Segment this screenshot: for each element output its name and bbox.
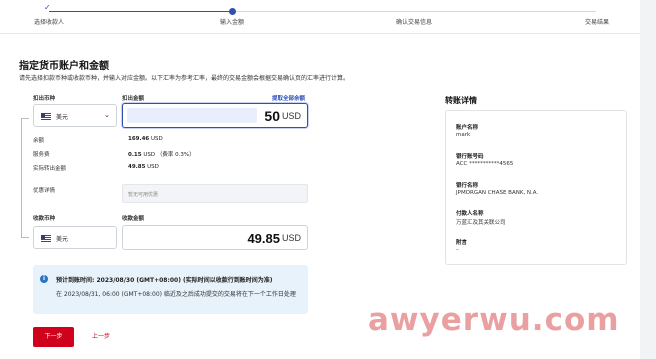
info-icon: i xyxy=(40,275,48,283)
current-step-dot xyxy=(229,8,236,15)
debit-amount-value: 50 xyxy=(264,108,280,124)
credit-amount-label: 收款金额 xyxy=(122,216,145,222)
page-subtitle: 请先选择扣款币种或收款币种，并输入对应金额。以下汇率为参考汇率，最终的交易金额会… xyxy=(19,75,350,82)
promo-label: 优惠详情 xyxy=(33,188,56,194)
next-button[interactable]: 下一步 xyxy=(33,327,74,347)
watermark: awyerwu.com xyxy=(368,302,620,338)
payer-name-label: 付款人名称 xyxy=(456,211,484,217)
us-flag-icon xyxy=(41,113,51,120)
credit-currency-label: 收款币种 xyxy=(33,216,56,222)
progress-stepper: ✓ 选择收款人 输入金额 确认交易信息 交易结果 xyxy=(0,0,640,34)
notice-body: 在 2023/08/31, 06:00 (GMT+08:00) 临近及之后成功提… xyxy=(56,291,296,298)
chevron-down-icon: ⌄ xyxy=(104,111,110,119)
balance-value: 169.46 USD xyxy=(128,136,163,142)
bank-name-label: 银行名称 xyxy=(456,183,479,189)
debit-amount-label: 扣出金额 xyxy=(122,96,145,102)
account-number-label: 银行账号码 xyxy=(456,154,484,160)
us-flag-icon xyxy=(41,235,51,242)
account-number-value: ACC ***********4565 xyxy=(456,161,514,167)
promo-field[interactable]: 暂无可用优惠 xyxy=(122,184,308,203)
service-fee-label: 服务费 xyxy=(33,152,50,158)
balance-label: 余额 xyxy=(33,138,45,144)
credit-currency-select[interactable]: 美元 xyxy=(33,226,117,249)
input-selection-highlight xyxy=(127,108,257,123)
service-fee-value: 0.15 USD （费率 0.3%） xyxy=(128,152,195,158)
withdraw-all-link[interactable]: 提取全部余额 xyxy=(272,94,305,102)
stepper-line-pending xyxy=(236,11,596,12)
debit-currency-select[interactable]: 美元 ⌄ xyxy=(33,104,117,127)
debit-currency-value: 美元 xyxy=(56,114,69,121)
credit-currency-value: 美元 xyxy=(56,236,69,243)
debit-amount-input[interactable]: 50 USD xyxy=(122,103,308,128)
payer-name-value: 万蓝汇及其关联公司 xyxy=(456,220,506,226)
step-confirm: 确认交易信息 xyxy=(395,19,433,26)
step-result: 交易结果 xyxy=(584,19,610,26)
previous-button[interactable]: 上一步 xyxy=(84,327,118,347)
bank-name-value: JPMORGAN CHASE BANK, N.A. xyxy=(456,190,539,196)
arrival-notice: i 预计到账时间: 2023/08/30 (GMT+08:00) (实际时间以收… xyxy=(33,265,308,314)
debit-currency-label: 扣出币种 xyxy=(33,96,56,102)
remark-label: 附言 xyxy=(456,240,468,246)
credit-amount-input[interactable]: 49.85 USD xyxy=(122,225,308,250)
actual-debit-label: 实际转出金额 xyxy=(33,166,67,172)
page: ✓ 选择收款人 输入金额 确认交易信息 交易结果 指定货币账户和金额 请先选择扣… xyxy=(0,0,640,359)
account-name-value: mark xyxy=(456,132,471,138)
page-title: 指定货币账户和金额 xyxy=(19,61,109,72)
stepper-line-done xyxy=(49,11,230,12)
transfer-details-title: 转账详情 xyxy=(445,96,477,105)
credit-amount-currency: USD xyxy=(281,233,301,243)
account-name-label: 账户名称 xyxy=(456,125,479,131)
remark-value: – xyxy=(456,247,459,253)
credit-amount-value: 49.85 xyxy=(247,231,280,246)
flow-bracket xyxy=(21,118,29,238)
notice-title: 预计到账时间: 2023/08/30 (GMT+08:00) (实际时间以收款行… xyxy=(56,277,273,284)
transfer-details-panel: 账户名称 mark 银行账号码 ACC ***********4565 银行名称… xyxy=(445,110,627,265)
step-select-payee: 选择收款人 xyxy=(33,19,65,26)
step-enter-amount: 输入金额 xyxy=(219,19,245,26)
debit-amount-currency: USD xyxy=(281,111,301,121)
actual-debit-value: 49.85 USD xyxy=(128,164,159,170)
